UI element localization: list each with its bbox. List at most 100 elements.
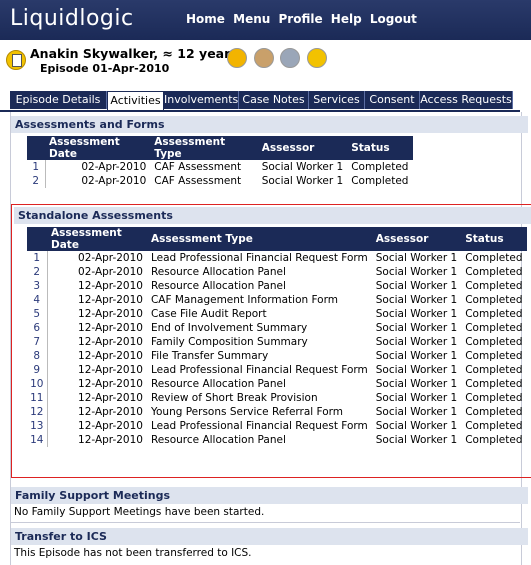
assessments-forms-table: Assessment Date Assessment Type Assessor…: [27, 136, 413, 188]
tab-case-notes[interactable]: Case Notes: [239, 91, 309, 109]
table-row[interactable]: 4 12-Apr-2010 CAF Management Information F…: [27, 293, 527, 307]
table-row[interactable]: 2 02-Apr-2010 CAF Assessment Social Work…: [27, 174, 413, 188]
table-row[interactable]: 14 12-Apr-2010 Resource Allocation Panel So…: [27, 433, 527, 447]
column-header: Status: [461, 227, 527, 251]
tab-episode-details[interactable]: Episode Details: [10, 91, 107, 109]
table-row[interactable]: 7 12-Apr-2010 Family Composition Summary So…: [27, 335, 527, 349]
assessment-type[interactable]: Resource Allocation Panel: [147, 377, 372, 391]
assessment-type[interactable]: Lead Professional Financial Request Form: [147, 251, 372, 265]
column-header: Assessment Date: [47, 227, 147, 251]
status: Completed: [351, 161, 409, 173]
tools-icon[interactable]: [280, 48, 300, 68]
tab-consent[interactable]: Consent: [365, 91, 420, 109]
assessment-date: 12-Apr-2010: [78, 406, 143, 418]
assessment-date: 12-Apr-2010: [78, 308, 143, 320]
person-icon[interactable]: [227, 48, 247, 68]
assessment-type[interactable]: Resource Allocation Panel: [147, 265, 372, 279]
assessment-type[interactable]: Review of Short Break Provision: [147, 391, 372, 405]
assessment-date: 12-Apr-2010: [78, 280, 143, 292]
nav-menu-link[interactable]: Menu: [233, 12, 270, 26]
row-index: 2: [27, 174, 46, 188]
assessment-type[interactable]: Lead Professional Financial Request Form: [147, 363, 372, 377]
row-index: 1: [27, 251, 48, 265]
assessor: Social Worker 1: [375, 378, 458, 390]
table-row[interactable]: 11 12-Apr-2010 Review of Short Break Provi…: [27, 391, 527, 405]
table-row[interactable]: 1 02-Apr-2010 Lead Professional Financial …: [27, 251, 527, 265]
assessment-type[interactable]: Resource Allocation Panel: [147, 279, 372, 293]
row-index: 9: [27, 363, 48, 377]
column-header: Assessor: [371, 227, 462, 251]
assessment-type[interactable]: End of Involvement Summary: [147, 321, 372, 335]
nav-profile-link[interactable]: Profile: [278, 12, 322, 26]
status: Completed: [465, 294, 523, 306]
table-row[interactable]: 1 02-Apr-2010 CAF Assessment Social Work…: [27, 160, 413, 174]
logo-text: Liquidlogic: [10, 6, 134, 31]
divider: [11, 522, 520, 523]
tab-bar: Episode Details Activities Involvements …: [0, 90, 520, 112]
status: Completed: [465, 266, 523, 278]
assessor: Social Worker 1: [375, 392, 458, 404]
assessment-type[interactable]: Resource Allocation Panel: [147, 433, 372, 447]
assessment-type[interactable]: CAF Management Information Form: [147, 293, 372, 307]
family-icon[interactable]: [253, 48, 274, 68]
assessment-type[interactable]: CAF Assessment: [150, 174, 257, 188]
row-index: 5: [27, 307, 48, 321]
person-header: Anakin Skywalker, ≈ 12 years Episode 01-…: [0, 40, 531, 88]
assessment-date: 12-Apr-2010: [78, 294, 143, 306]
assessment-date: 02-Apr-2010: [81, 175, 147, 187]
nav-logout-link[interactable]: Logout: [370, 12, 417, 26]
table-header-row: Assessment Date Assessment Type Assessor…: [27, 136, 413, 160]
episode-document-icon[interactable]: [6, 50, 26, 70]
assessor: Social Worker 1: [375, 308, 458, 320]
status: Completed: [465, 364, 523, 376]
nav-help-link[interactable]: Help: [331, 12, 362, 26]
assessor: Social Worker 1: [375, 420, 458, 432]
row-index: 4: [27, 293, 48, 307]
assessment-type[interactable]: Lead Professional Financial Request Form: [147, 419, 372, 433]
assessment-type[interactable]: Case File Audit Report: [147, 307, 372, 321]
status: Completed: [465, 336, 523, 348]
document-icon[interactable]: [306, 48, 327, 68]
row-index: 14: [27, 433, 48, 447]
assessment-type[interactable]: Family Composition Summary: [147, 335, 372, 349]
assessor: Social Worker 1: [375, 266, 458, 278]
row-index: 12: [27, 405, 48, 419]
row-index: 13: [27, 419, 48, 433]
assessor: Social Worker 1: [261, 161, 344, 173]
main-nav: Home Menu Profile Help Logout: [186, 12, 421, 26]
assessor: Social Worker 1: [375, 336, 458, 348]
table-row[interactable]: 12 12-Apr-2010 Young Persons Service Refer…: [27, 405, 527, 419]
assessment-date: 12-Apr-2010: [78, 322, 143, 334]
tab-services[interactable]: Services: [309, 91, 365, 109]
top-bar: Liquidlogic Home Menu Profile Help Logou…: [0, 0, 531, 40]
transfer-message: This Episode has not been transferred to…: [14, 547, 252, 559]
status: Completed: [465, 350, 523, 362]
assessment-date: 12-Apr-2010: [78, 350, 143, 362]
status: Completed: [465, 322, 523, 334]
table-row[interactable]: 5 12-Apr-2010 Case File Audit Report Social…: [27, 307, 527, 321]
tab-involvements[interactable]: Involvements: [164, 91, 239, 109]
table-row[interactable]: 10 12-Apr-2010 Resource Allocation Panel So…: [27, 377, 527, 391]
index-header: [27, 136, 45, 160]
tab-access-requests[interactable]: Access Requests: [420, 91, 513, 109]
assessment-date: 12-Apr-2010: [78, 420, 143, 432]
table-row[interactable]: 3 12-Apr-2010 Resource Allocation Panel Soc…: [27, 279, 527, 293]
column-header: Assessment Type: [150, 136, 258, 160]
assessment-date: 02-Apr-2010: [78, 266, 143, 278]
assessment-date: 12-Apr-2010: [78, 378, 143, 390]
assessment-type[interactable]: Young Persons Service Referral Form: [147, 405, 372, 419]
nav-home-link[interactable]: Home: [186, 12, 225, 26]
table-row[interactable]: 8 12-Apr-2010 File Transfer Summary Social …: [27, 349, 527, 363]
assessment-type[interactable]: CAF Assessment: [150, 160, 257, 174]
row-index: 11: [27, 391, 48, 405]
assessor: Social Worker 1: [261, 175, 344, 187]
status: Completed: [465, 378, 523, 390]
person-icons: [227, 48, 330, 68]
table-row[interactable]: 9 12-Apr-2010 Lead Professional Financial …: [27, 363, 527, 377]
table-row[interactable]: 13 12-Apr-2010 Lead Professional Financial…: [27, 419, 527, 433]
table-row[interactable]: 6 12-Apr-2010 End of Involvement Summary So…: [27, 321, 527, 335]
assessment-type[interactable]: File Transfer Summary: [147, 349, 372, 363]
assessment-date: 12-Apr-2010: [78, 434, 143, 446]
table-row[interactable]: 2 02-Apr-2010 Resource Allocation Panel Soc…: [27, 265, 527, 279]
tab-activities[interactable]: Activities: [107, 91, 164, 110]
